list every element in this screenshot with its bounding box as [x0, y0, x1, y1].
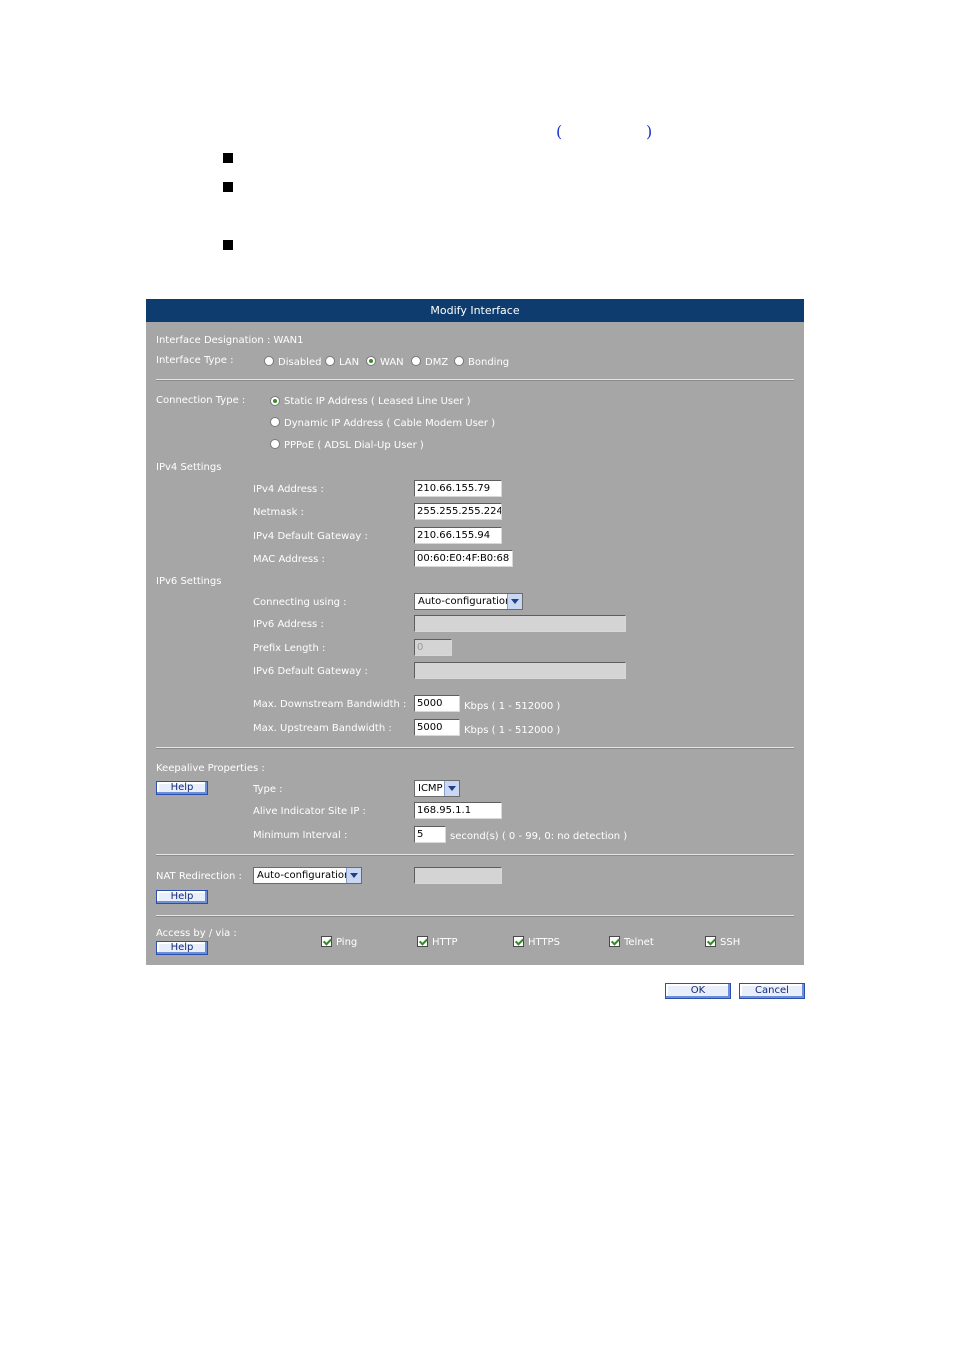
ok-button[interactable]: OK	[665, 983, 731, 999]
radio-pppoe-label: PPPoE ( ADSL Dial-Up User )	[284, 440, 424, 451]
checkbox-telnet[interactable]	[609, 936, 620, 947]
ipv6-gateway-input[interactable]	[414, 662, 626, 679]
checkbox-telnet-label: Telnet	[624, 937, 654, 948]
paren-open: (	[556, 122, 563, 141]
ipv4-gateway-input[interactable]: 210.66.155.94	[414, 527, 502, 544]
divider	[156, 854, 794, 856]
upstream-unit: Kbps ( 1 - 512000 )	[464, 725, 561, 736]
radio-dmz[interactable]	[411, 356, 421, 366]
ipv4-address-input[interactable]: 210.66.155.79	[414, 480, 502, 497]
chevron-down-icon	[444, 781, 459, 796]
cancel-button[interactable]: Cancel	[739, 983, 805, 999]
alive-site-label: Alive Indicator Site IP :	[253, 806, 366, 817]
radio-wan-label: WAN	[380, 357, 404, 368]
checkbox-ping[interactable]	[321, 936, 332, 947]
min-interval-label: Minimum Interval :	[253, 830, 348, 841]
radio-bonding[interactable]	[454, 356, 464, 366]
prefix-length-label: Prefix Length :	[253, 643, 326, 654]
alive-site-input[interactable]: 168.95.1.1	[414, 802, 502, 819]
radio-static-ip[interactable]	[270, 396, 280, 406]
ipv4-section-title: IPv4 Settings	[156, 462, 222, 473]
divider	[156, 747, 794, 749]
chevron-down-icon	[346, 868, 361, 883]
bullet-3	[223, 240, 233, 250]
downstream-unit: Kbps ( 1 - 512000 )	[464, 701, 561, 712]
radio-dynamic-ip[interactable]	[270, 417, 280, 427]
nat-redirection-input[interactable]	[414, 867, 502, 884]
radio-disabled[interactable]	[264, 356, 274, 366]
radio-bonding-label: Bonding	[468, 357, 510, 368]
radio-disabled-label: Disabled	[278, 357, 322, 368]
checkbox-ping-label: Ping	[336, 937, 358, 948]
radio-lan-label: LAN	[339, 357, 360, 368]
keepalive-type-label: Type :	[253, 784, 283, 795]
connecting-using-label: Connecting using :	[253, 597, 347, 608]
bullet-2	[223, 182, 233, 192]
checkbox-ssh[interactable]	[705, 936, 716, 947]
interface-type-label: Interface Type :	[156, 355, 234, 366]
ipv6-section-title: IPv6 Settings	[156, 576, 222, 587]
access-help-button[interactable]: Help	[156, 941, 208, 955]
chevron-down-icon	[507, 594, 522, 609]
ipv6-address-input[interactable]	[414, 615, 626, 632]
nat-redirection-select[interactable]: Auto-configuration	[253, 867, 362, 884]
netmask-label: Netmask :	[253, 507, 304, 518]
keepalive-help-button[interactable]: Help	[156, 781, 208, 795]
mac-address-label: MAC Address :	[253, 554, 325, 565]
keepalive-section-title: Keepalive Properties :	[156, 763, 265, 774]
ipv6-gateway-label: IPv6 Default Gateway :	[253, 666, 368, 677]
connecting-using-value: Auto-configuration	[418, 596, 512, 607]
checkbox-https-label: HTTPS	[528, 937, 560, 948]
netmask-input[interactable]: 255.255.255.224	[414, 503, 502, 520]
access-label: Access by / via :	[156, 928, 237, 939]
nat-help-button[interactable]: Help	[156, 890, 208, 904]
upstream-input[interactable]: 5000	[414, 719, 460, 736]
nat-redirection-value: Auto-configuration	[257, 870, 351, 881]
radio-pppoe[interactable]	[270, 439, 280, 449]
bullet-1	[223, 153, 233, 163]
downstream-input[interactable]: 5000	[414, 695, 460, 712]
panel-title: Modify Interface	[146, 299, 804, 322]
checkbox-ssh-label: SSH	[720, 937, 741, 948]
divider	[156, 915, 794, 917]
mac-address-input[interactable]: 00:60:E0:4F:B0:68	[414, 550, 513, 567]
ipv4-gateway-label: IPv4 Default Gateway :	[253, 531, 368, 542]
checkbox-http-label: HTTP	[432, 937, 458, 948]
divider	[156, 379, 794, 381]
checkbox-http[interactable]	[417, 936, 428, 947]
nat-redirection-label: NAT Redirection :	[156, 871, 242, 882]
radio-dynamic-ip-label: Dynamic IP Address ( Cable Modem User )	[284, 418, 496, 429]
radio-lan[interactable]	[325, 356, 335, 366]
paren-close: )	[646, 122, 653, 141]
checkbox-https[interactable]	[513, 936, 524, 947]
prefix-length-input[interactable]: 0	[414, 639, 452, 656]
keepalive-type-select[interactable]: ICMP	[414, 780, 460, 797]
connecting-using-select[interactable]: Auto-configuration	[414, 593, 523, 610]
radio-wan[interactable]	[366, 356, 376, 366]
min-interval-input[interactable]: 5	[414, 826, 446, 843]
radio-dmz-label: DMZ	[425, 357, 449, 368]
connection-type-label: Connection Type :	[156, 395, 246, 406]
downstream-label: Max. Downstream Bandwidth :	[253, 699, 407, 710]
min-interval-hint: second(s) ( 0 - 99, 0: no detection )	[450, 831, 628, 842]
modify-interface-panel: Modify Interface Interface Designation :…	[146, 299, 804, 965]
interface-designation: Interface Designation : WAN1	[156, 335, 304, 346]
radio-static-ip-label: Static IP Address ( Leased Line User )	[284, 396, 471, 407]
ipv4-address-label: IPv4 Address :	[253, 484, 324, 495]
keepalive-type-value: ICMP	[418, 783, 443, 794]
ipv6-address-label: IPv6 Address :	[253, 619, 324, 630]
upstream-label: Max. Upstream Bandwidth :	[253, 723, 392, 734]
